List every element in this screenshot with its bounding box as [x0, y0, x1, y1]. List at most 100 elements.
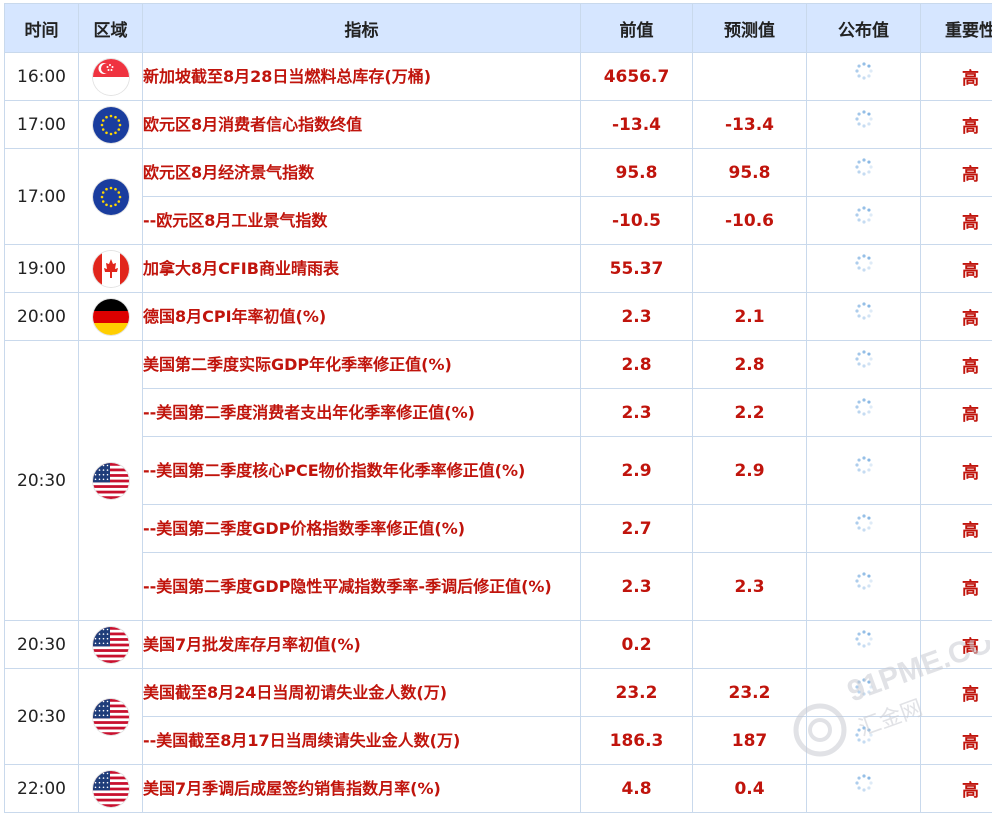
event-time: 16:00 [4, 52, 79, 101]
loading-spinner-icon [854, 629, 874, 649]
forecast-value [692, 620, 807, 669]
loading-spinner-icon [854, 301, 874, 321]
table-row: 16:00 新加坡截至8月28日当燃料总库存(万桶) 4656.7 高 [4, 52, 992, 101]
previous-value: 2.8 [580, 340, 693, 389]
indicator-name[interactable]: --美国第二季度GDP价格指数季率修正值(%) [142, 504, 581, 553]
table-row: --美国截至8月17日当周续请失业金人数(万) 186.3 187 高 [5, 716, 992, 765]
table-row: --美国第二季度核心PCE物价指数年化季率修正值(%) 2.9 2.9 高 [5, 436, 992, 505]
indicator-name[interactable]: 加拿大8月CFIB商业晴雨表 [142, 244, 581, 293]
indicator-name[interactable]: --美国截至8月17日当周续请失业金人数(万) [142, 716, 581, 765]
loading-spinner-icon [854, 455, 874, 475]
importance-level: 高 [920, 292, 992, 341]
indicator-name[interactable]: --美国第二季度GDP隐性平减指数季率-季调后修正值(%) [142, 552, 581, 621]
economic-calendar-table: 时间 区域 指标 前值 预测值 公布值 重要性 16:00 新加坡截至8月28日当… [4, 3, 992, 813]
region-cell [78, 244, 143, 293]
event-time: 22:00 [4, 764, 79, 813]
loading-spinner-icon [854, 253, 874, 273]
eu-flag [92, 178, 129, 215]
indicator-name[interactable]: 美国第二季度实际GDP年化季率修正值(%) [142, 340, 581, 389]
usa-flag [92, 770, 129, 807]
region-cell [78, 620, 143, 669]
indicator-name[interactable]: 新加坡截至8月28日当燃料总库存(万桶) [142, 52, 581, 101]
previous-value: 4.8 [580, 764, 693, 813]
table-row: 19:00 加拿大8月CFIB商业晴雨表 55.37 高 [4, 244, 992, 293]
actual-value-cell [806, 552, 921, 621]
table-row: --美国第二季度GDP隐性平减指数季率-季调后修正值(%) 2.3 2.3 高 [5, 552, 992, 621]
eu-flag [92, 106, 129, 143]
indicator-name[interactable]: --欧元区8月工业景气指数 [142, 196, 581, 245]
importance-level: 高 [920, 716, 992, 765]
importance-level: 高 [920, 244, 992, 293]
previous-value: 23.2 [580, 668, 693, 717]
actual-value-cell [806, 504, 921, 553]
table-row: 17:00 欧元区8月经济景气指数 95.8 95.8 高 [4, 148, 992, 245]
actual-value-cell [806, 764, 921, 813]
actual-value-cell [806, 52, 921, 101]
indicator-name[interactable]: 美国7月批发库存月率初值(%) [142, 620, 581, 669]
actual-value-cell [806, 244, 921, 293]
actual-value-cell [806, 716, 921, 765]
table-row: 17:00 欧元区8月消费者信心指数终值 -13.4 -13.4 高 [4, 100, 992, 149]
region-cell [78, 100, 143, 149]
region-cell [78, 340, 143, 621]
indicator-name[interactable]: 美国7月季调后成屋签约销售指数月率(%) [142, 764, 581, 813]
forecast-value: 2.1 [692, 292, 807, 341]
indicator-name[interactable]: 美国截至8月24日当周初请失业金人数(万) [142, 668, 581, 717]
loading-spinner-icon [854, 571, 874, 591]
col-header-importance: 重要性 [920, 3, 992, 53]
col-header-forecast: 预测值 [692, 3, 807, 53]
actual-value-cell [806, 388, 921, 437]
indicator-name[interactable]: --美国第二季度核心PCE物价指数年化季率修正值(%) [142, 436, 581, 505]
indicator-name[interactable]: --美国第二季度消费者支出年化季率修正值(%) [142, 388, 581, 437]
forecast-value: 2.8 [692, 340, 807, 389]
col-header-actual: 公布值 [806, 3, 921, 53]
previous-value: 186.3 [580, 716, 693, 765]
event-time: 20:30 [4, 668, 79, 765]
previous-value: 2.3 [580, 292, 693, 341]
col-header-indicator: 指标 [142, 3, 581, 53]
previous-value: -13.4 [580, 100, 693, 149]
previous-value: 55.37 [580, 244, 693, 293]
table-row: 22:00 美国7月季调后成屋签约销售指数月率(%) 4.8 0.4 高 [4, 764, 992, 813]
previous-value: 95.8 [580, 148, 693, 197]
loading-spinner-icon [854, 157, 874, 177]
previous-value: 2.7 [580, 504, 693, 553]
event-time: 17:00 [4, 148, 79, 245]
previous-value: 4656.7 [580, 52, 693, 101]
importance-level: 高 [920, 436, 992, 505]
importance-level: 高 [920, 52, 992, 101]
forecast-value: 187 [692, 716, 807, 765]
actual-value-cell [806, 148, 921, 197]
previous-value: -10.5 [580, 196, 693, 245]
forecast-value: -13.4 [692, 100, 807, 149]
importance-level: 高 [920, 552, 992, 621]
forecast-value: 23.2 [692, 668, 807, 717]
actual-value-cell [806, 620, 921, 669]
importance-level: 高 [920, 148, 992, 197]
usa-flag [92, 698, 129, 735]
indicator-name[interactable]: 欧元区8月消费者信心指数终值 [142, 100, 581, 149]
table-row: 20:30 美国第二季度实际GDP年化季率修正值(%) 2.8 2.8 高 [4, 340, 992, 621]
importance-level: 高 [920, 668, 992, 717]
event-time: 20:30 [4, 620, 79, 669]
indicator-name[interactable]: 欧元区8月经济景气指数 [142, 148, 581, 197]
table-row: --美国第二季度消费者支出年化季率修正值(%) 2.3 2.2 高 [5, 388, 992, 437]
previous-value: 0.2 [580, 620, 693, 669]
loading-spinner-icon [854, 205, 874, 225]
indicator-name[interactable]: 德国8月CPI年率初值(%) [142, 292, 581, 341]
importance-level: 高 [920, 388, 992, 437]
forecast-value: 2.3 [692, 552, 807, 621]
event-time: 20:30 [4, 340, 79, 621]
previous-value: 2.3 [580, 552, 693, 621]
forecast-value: 0.4 [692, 764, 807, 813]
loading-spinner-icon [854, 677, 874, 697]
singapore-flag [92, 58, 129, 95]
col-header-region: 区域 [78, 3, 143, 53]
previous-value: 2.9 [580, 436, 693, 505]
forecast-value [692, 504, 807, 553]
table-row: --欧元区8月工业景气指数 -10.5 -10.6 高 [5, 196, 992, 245]
table-row: 20:30 美国截至8月24日当周初请失业金人数(万) 23.2 23.2 高 [4, 668, 992, 765]
importance-level: 高 [920, 196, 992, 245]
canada-flag [92, 250, 129, 287]
actual-value-cell [806, 100, 921, 149]
